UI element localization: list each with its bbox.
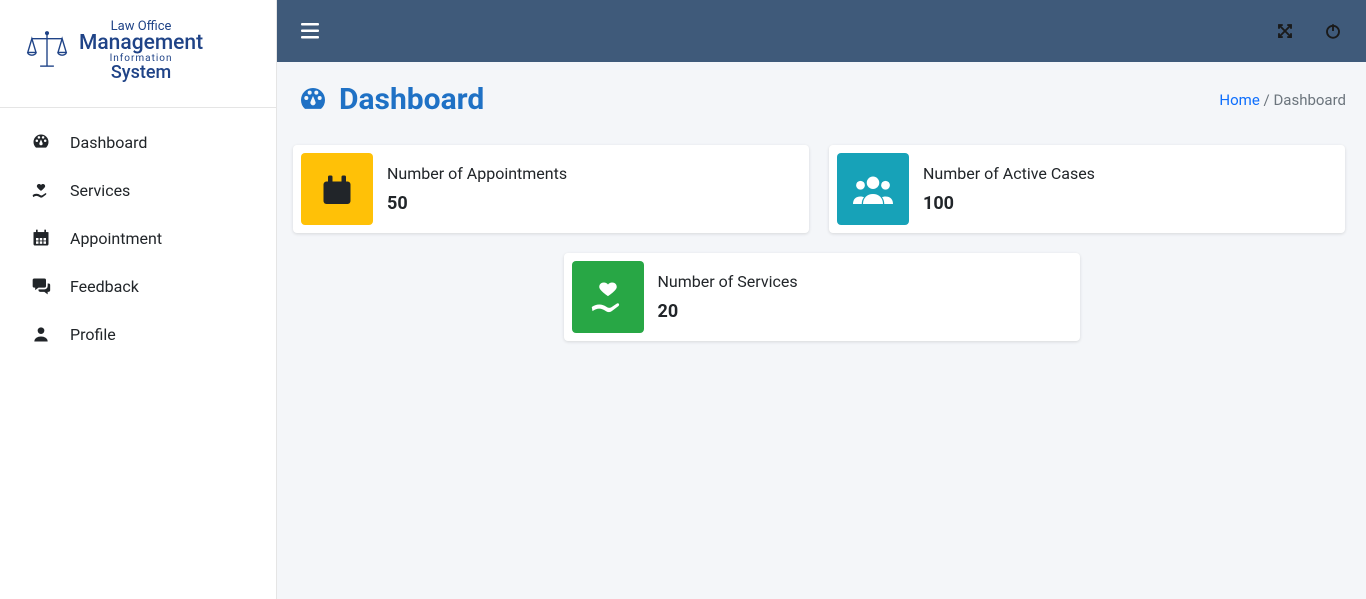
calendar-icon xyxy=(301,153,373,225)
breadcrumb: Home / Dashboard xyxy=(1219,91,1346,109)
sidebar-item-label: Services xyxy=(70,181,130,200)
gauge-icon xyxy=(297,84,329,116)
logo: Law Office Management Information System xyxy=(0,0,276,107)
breadcrumb-current: Dashboard xyxy=(1273,91,1346,109)
card-appointments[interactable]: Number of Appointments 50 xyxy=(293,145,809,233)
cards-container: Number of Appointments 50 Number of Acti… xyxy=(293,145,1350,341)
sidebar-item-label: Appointment xyxy=(70,229,162,248)
sidebar-item-label: Feedback xyxy=(70,277,139,296)
hand-heart-icon xyxy=(30,180,52,200)
logo-line2: Management xyxy=(79,33,203,54)
card-services[interactable]: Number of Services 20 xyxy=(564,253,1080,341)
logo-text: Law Office Management Information System xyxy=(79,20,203,82)
user-icon xyxy=(30,324,52,344)
topbar xyxy=(277,0,1366,62)
comments-icon xyxy=(30,276,52,296)
card-title: Number of Active Cases xyxy=(923,164,1337,183)
main: Dashboard Home / Dashboard Number of App… xyxy=(277,0,1366,599)
gauge-icon xyxy=(30,132,52,152)
sidebar-item-profile[interactable]: Profile xyxy=(0,310,276,358)
users-icon xyxy=(837,153,909,225)
page-title: Dashboard xyxy=(297,82,484,117)
sidebar-item-label: Profile xyxy=(70,325,116,344)
menu-toggle-button[interactable] xyxy=(301,23,319,39)
page-title-text: Dashboard xyxy=(339,82,484,117)
sidebar-item-feedback[interactable]: Feedback xyxy=(0,262,276,310)
card-title: Number of Services xyxy=(658,272,1072,291)
logo-line4: System xyxy=(79,64,203,82)
sidebar-item-dashboard[interactable]: Dashboard xyxy=(0,118,276,166)
power-button[interactable] xyxy=(1324,22,1342,40)
calendar-icon xyxy=(30,228,52,248)
card-value: 20 xyxy=(658,301,1072,322)
sidebar: Law Office Management Information System… xyxy=(0,0,277,599)
card-value: 100 xyxy=(923,193,1337,214)
breadcrumb-separator: / xyxy=(1264,91,1274,109)
nav: Dashboard Services Appointment Feedback … xyxy=(0,107,276,358)
scales-icon xyxy=(25,29,69,73)
fullscreen-button[interactable] xyxy=(1276,22,1294,40)
sidebar-item-label: Dashboard xyxy=(70,133,147,152)
sidebar-item-services[interactable]: Services xyxy=(0,166,276,214)
card-active-cases[interactable]: Number of Active Cases 100 xyxy=(829,145,1345,233)
page-header: Dashboard Home / Dashboard xyxy=(293,82,1350,125)
breadcrumb-home-link[interactable]: Home xyxy=(1219,91,1259,109)
content: Dashboard Home / Dashboard Number of App… xyxy=(277,62,1366,599)
card-title: Number of Appointments xyxy=(387,164,801,183)
top-actions xyxy=(1276,22,1342,40)
hand-heart-icon xyxy=(572,261,644,333)
sidebar-item-appointment[interactable]: Appointment xyxy=(0,214,276,262)
card-value: 50 xyxy=(387,193,801,214)
